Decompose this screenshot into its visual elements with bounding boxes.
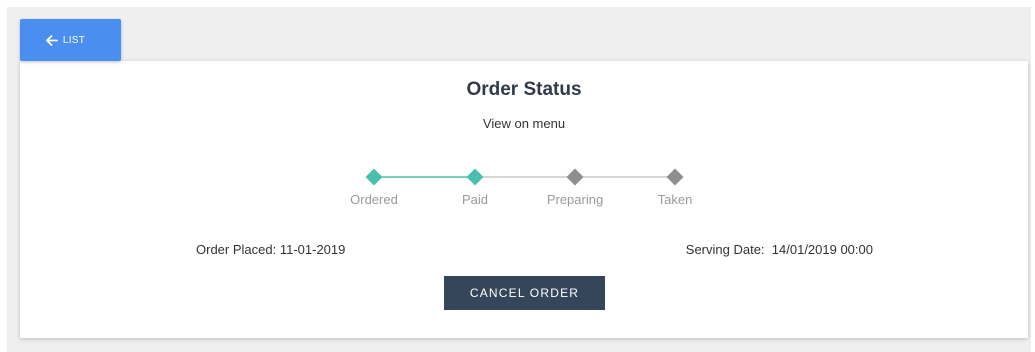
order-progress-tracker <box>365 168 684 186</box>
step-marker-paid <box>466 168 484 186</box>
step-marker-ordered <box>365 168 383 186</box>
cancel-order-button[interactable]: CANCEL ORDER <box>444 276 605 310</box>
view-on-menu-link[interactable]: View on menu <box>20 116 1028 131</box>
back-to-list-button[interactable]: LIST <box>20 19 121 61</box>
step-marker-preparing <box>566 168 584 186</box>
order-status-card: Order Status View on menu Ordered Paid P… <box>20 61 1028 338</box>
serving-date-info: Serving Date: 14/01/2019 00:00 <box>686 242 873 257</box>
order-placed-info: Order Placed: 11-01-2019 <box>196 242 345 257</box>
arrow-left-icon <box>45 34 58 46</box>
page-title: Order Status <box>466 79 582 100</box>
step-label-taken: Taken <box>657 192 693 207</box>
back-button-label: LIST <box>62 34 86 46</box>
order-placed-label: Order Placed: <box>196 242 277 257</box>
order-placed-value: 11-01-2019 <box>279 242 346 257</box>
serving-date-label: Serving Date: <box>685 242 765 257</box>
step-marker-taken <box>666 168 684 186</box>
serving-date-value: 14/01/2019 00:00 <box>771 242 873 257</box>
